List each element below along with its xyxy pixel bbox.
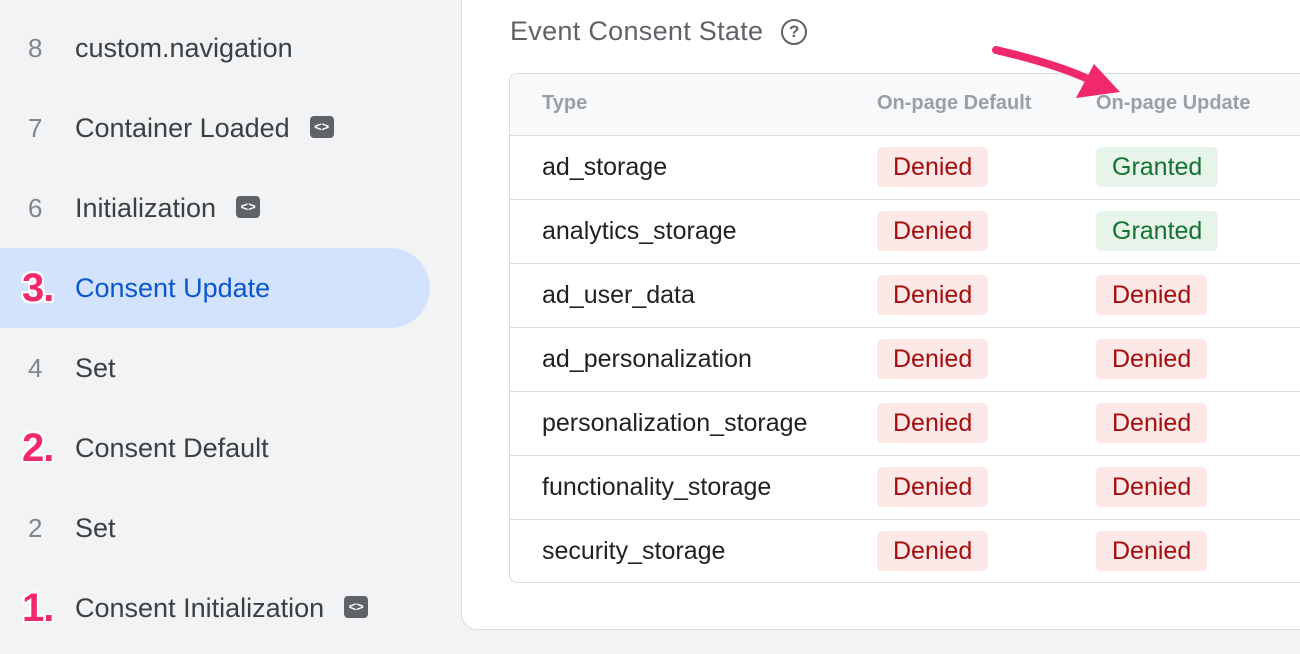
table-row: functionality_storage Denied Denied	[510, 456, 1300, 520]
event-number: 4	[28, 352, 43, 383]
update-status-chip: Denied	[1096, 339, 1208, 379]
sidebar-item-set-4[interactable]: 4 Set	[0, 328, 430, 408]
update-status-chip: Denied	[1096, 531, 1208, 571]
default-status-chip: Denied	[877, 467, 989, 507]
sidebar-item-set-2[interactable]: 2 Set	[0, 488, 430, 568]
consent-type: ad_storage	[542, 153, 668, 181]
default-status-chip: Denied	[877, 275, 989, 315]
default-status-chip: Denied	[877, 147, 989, 187]
section-title-text: Event Consent State	[510, 16, 764, 46]
event-label: Container Loaded	[75, 112, 290, 143]
default-status-chip: Denied	[877, 403, 989, 443]
consent-type: functionality_storage	[542, 473, 772, 501]
sidebar-item-consent-update[interactable]: 3. Consent Update	[0, 248, 430, 328]
event-label-wrap: Consent Initialization <>	[75, 592, 369, 624]
pointer-arrow-icon	[992, 46, 1120, 98]
event-label: Consent Initialization	[75, 592, 325, 623]
event-label-wrap: Initialization <>	[75, 192, 261, 224]
table-row: ad_personalization Denied Denied	[510, 328, 1300, 392]
help-circle-icon[interactable]: ?	[781, 18, 808, 45]
event-number: 7	[28, 112, 43, 143]
table-header: Type On-page Default On-page Update	[510, 74, 1300, 136]
consent-type: analytics_storage	[542, 217, 737, 245]
step-marker-2: 2.	[22, 425, 54, 470]
code-tag-icon: <>	[344, 596, 369, 619]
table-row: analytics_storage Denied Granted	[510, 200, 1300, 264]
event-label: Consent Update	[75, 272, 271, 303]
event-label-wrap: Container Loaded <>	[75, 113, 334, 144]
update-status-chip: Denied	[1096, 403, 1208, 443]
event-label: Consent Default	[75, 432, 269, 463]
column-header-type: Type	[542, 92, 588, 114]
consent-type: ad_personalization	[542, 345, 752, 373]
event-label: Set	[75, 352, 116, 383]
table-row: personalization_storage Denied Denied	[510, 392, 1300, 456]
consent-type: ad_user_data	[542, 281, 695, 309]
update-status-chip: Granted	[1096, 147, 1219, 187]
event-number: 8	[28, 32, 43, 63]
event-label: custom.navigation	[75, 32, 293, 63]
consent-state-table: Type On-page Default On-page Update ad_s…	[509, 73, 1300, 583]
code-tag-icon: <>	[309, 116, 334, 139]
consent-type: security_storage	[542, 537, 726, 565]
code-tag-icon: <>	[236, 196, 261, 219]
event-timeline-sidebar: 8 custom.navigation 7 Container Loaded <>…	[0, 0, 460, 654]
sidebar-item-initialization[interactable]: 6 Initialization <>	[0, 168, 430, 248]
default-status-chip: Denied	[877, 531, 989, 571]
step-marker-1: 1.	[22, 585, 54, 630]
update-status-chip: Granted	[1096, 211, 1219, 251]
event-number: 2	[28, 512, 43, 543]
default-status-chip: Denied	[877, 211, 989, 251]
event-label: Set	[75, 512, 116, 543]
table-row: ad_storage Denied Granted	[510, 136, 1300, 200]
sidebar-item-container-loaded[interactable]: 7 Container Loaded <>	[0, 88, 430, 168]
event-label: Initialization	[75, 192, 217, 223]
update-status-chip: Denied	[1096, 467, 1208, 507]
table-row: security_storage Denied Denied	[510, 520, 1300, 582]
event-number: 6	[28, 192, 43, 223]
default-status-chip: Denied	[877, 339, 989, 379]
table-row: ad_user_data Denied Denied	[510, 264, 1300, 328]
update-status-chip: Denied	[1096, 275, 1208, 315]
sidebar-item-custom-navigation[interactable]: 8 custom.navigation	[0, 8, 430, 88]
sidebar-item-consent-initialization[interactable]: 1. Consent Initialization <>	[0, 568, 430, 648]
sidebar-item-consent-default[interactable]: 2. Consent Default	[0, 408, 430, 488]
step-marker-3: 3.	[22, 265, 54, 310]
section-title: Event Consent State ?	[510, 16, 808, 47]
consent-type: personalization_storage	[542, 409, 808, 437]
